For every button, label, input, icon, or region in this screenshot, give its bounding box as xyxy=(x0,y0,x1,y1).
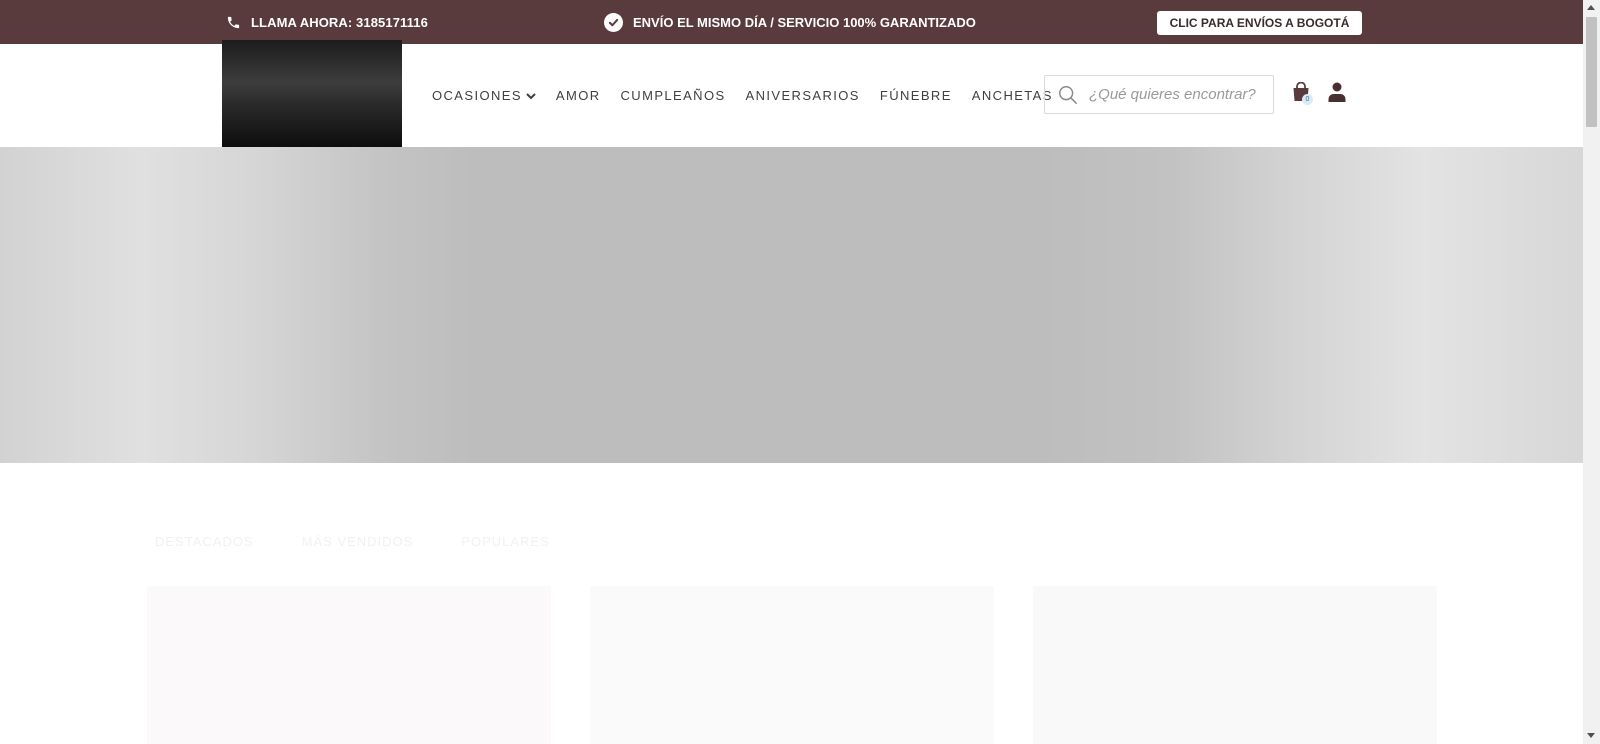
site-header: OCASIONES AMOR CUMPLEAÑOS ANIVERSARIOS F… xyxy=(0,40,1583,147)
phone-contact[interactable]: LLAMA AHORA: 3185171116 xyxy=(226,0,428,44)
nav-item-label: FÚNEBRE xyxy=(879,88,952,103)
phone-icon xyxy=(227,16,240,28)
cart-button[interactable]: 0 xyxy=(1292,81,1314,106)
nav-item-label: ANIVERSARIOS xyxy=(745,88,860,103)
site-logo[interactable] xyxy=(222,40,402,147)
product-card[interactable] xyxy=(147,586,551,744)
nav-item-anchetas[interactable]: ANCHETAS xyxy=(972,88,1053,103)
same-day-promo: ENVÍO EL MISMO DÍA / SERVICIO 100% GARAN… xyxy=(604,0,976,44)
cart-count-badge: 0 xyxy=(1302,94,1313,105)
top-announcement-bar: LLAMA AHORA: 3185171116 ENVÍO EL MISMO D… xyxy=(0,0,1583,44)
bogota-shipping-button[interactable]: CLIC PARA ENVÍOS A BOGOTÁ xyxy=(1157,11,1362,35)
promo-text: ENVÍO EL MISMO DÍA / SERVICIO 100% GARAN… xyxy=(633,14,976,30)
nav-item-label: CUMPLEAÑOS xyxy=(620,88,726,103)
search-box[interactable] xyxy=(1044,75,1274,114)
nav-item-label: ANCHETAS xyxy=(971,88,1053,103)
nav-item-label: AMOR xyxy=(555,88,601,103)
tab-populares[interactable]: POPULARES xyxy=(461,534,549,549)
page-scrollbar[interactable] xyxy=(1583,0,1600,744)
search-input[interactable] xyxy=(1089,86,1269,103)
product-card[interactable] xyxy=(1033,586,1437,744)
nav-item-cumpleanos[interactable]: CUMPLEAÑOS xyxy=(621,88,726,103)
product-tabs: DESTACADOS MÁS VENDIDOS POPULARES xyxy=(155,534,598,549)
nav-item-amor[interactable]: AMOR xyxy=(556,88,601,103)
nav-item-funebre[interactable]: FÚNEBRE xyxy=(880,88,952,103)
account-button[interactable] xyxy=(1328,82,1348,104)
user-icon xyxy=(1328,82,1346,102)
tab-destacados[interactable]: DESTACADOS xyxy=(155,534,254,549)
nav-item-aniversarios[interactable]: ANIVERSARIOS xyxy=(746,88,860,103)
chevron-down-icon xyxy=(526,92,536,99)
nav-item-label: OCASIONES xyxy=(432,88,522,103)
product-card[interactable] xyxy=(590,586,994,744)
check-circle-icon xyxy=(604,12,623,32)
tab-mas-vendidos[interactable]: MÁS VENDIDOS xyxy=(302,534,414,549)
search-icon[interactable] xyxy=(1057,84,1079,106)
phone-text: LLAMA AHORA: 3185171116 xyxy=(251,14,428,30)
scroll-down-arrow-icon[interactable] xyxy=(1587,733,1595,738)
scrollbar-thumb[interactable] xyxy=(1586,17,1597,127)
hero-banner[interactable] xyxy=(0,147,1583,463)
main-nav: OCASIONES AMOR CUMPLEAÑOS ANIVERSARIOS F… xyxy=(432,44,1073,147)
nav-item-ocasiones[interactable]: OCASIONES xyxy=(432,88,536,103)
scroll-up-arrow-icon[interactable] xyxy=(1587,5,1595,10)
